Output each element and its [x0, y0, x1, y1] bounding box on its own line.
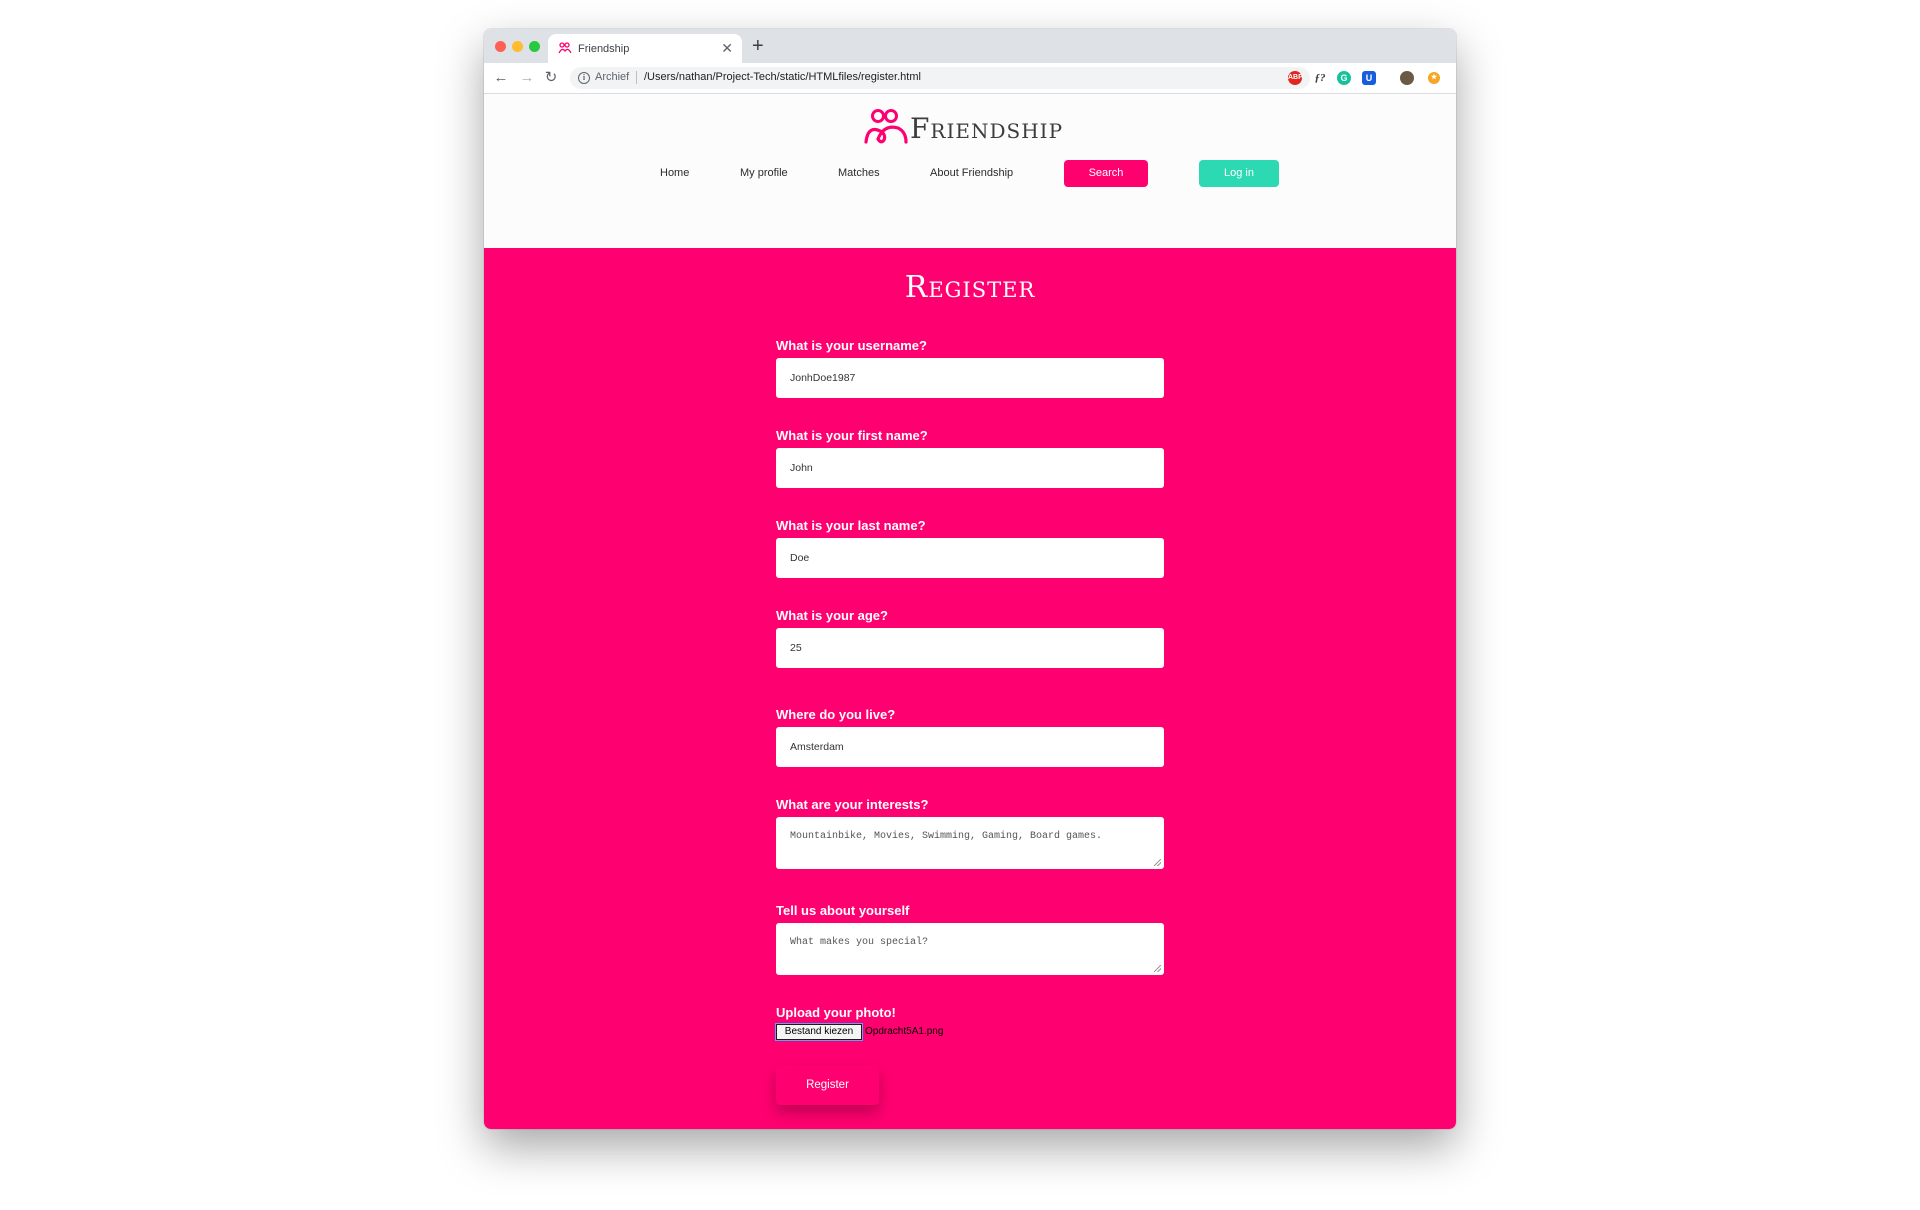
reload-icon[interactable]: ↻	[542, 69, 560, 87]
browser-window: Friendship ✕ + ← → ↻ i Archief /Users/na…	[484, 29, 1456, 1129]
first-name-input[interactable]: John	[776, 448, 1164, 488]
nav-about[interactable]: About Friendship	[930, 167, 1013, 179]
interests-textarea[interactable]: Mountainbike, Movies, Swimming, Gaming, …	[776, 817, 1164, 869]
adblock-extension-icon[interactable]: ABP	[1288, 71, 1303, 85]
nav-home[interactable]: Home	[660, 167, 689, 179]
new-tab-icon[interactable]: +	[752, 34, 764, 58]
close-window-button[interactable]	[495, 41, 506, 52]
search-button[interactable]: Search	[1064, 160, 1148, 187]
location-input[interactable]: Amsterdam	[776, 727, 1164, 767]
about-textarea[interactable]: What makes you special?	[776, 923, 1164, 975]
first-name-label: What is your first name?	[776, 428, 928, 443]
address-bar[interactable]: i Archief /Users/nathan/Project-Tech/sta…	[570, 67, 1310, 89]
age-input[interactable]: 25	[776, 628, 1164, 668]
last-name-label: What is your last name?	[776, 518, 926, 533]
friendship-logo-icon	[864, 109, 908, 144]
interests-placeholder: Mountainbike, Movies, Swimming, Gaming, …	[790, 831, 1103, 842]
username-input[interactable]: JonhDoe1987	[776, 358, 1164, 398]
selected-file-name: Opdracht5A1.png	[865, 1026, 944, 1037]
back-arrow-icon[interactable]: ←	[492, 69, 510, 87]
login-button[interactable]: Log in	[1199, 160, 1279, 187]
resize-grip-icon[interactable]	[1154, 965, 1161, 972]
profile-avatar-icon[interactable]	[1400, 71, 1414, 85]
address-bar-url: /Users/nathan/Project-Tech/static/HTMLfi…	[644, 71, 921, 83]
friendship-logo[interactable]: Friendship	[862, 106, 1092, 148]
logo-text: Friendship	[910, 112, 1064, 145]
location-label: Where do you live?	[776, 707, 896, 722]
browser-toolbar: ← → ↻ i Archief /Users/nathan/Project-Te…	[484, 63, 1456, 94]
choose-file-button[interactable]: Bestand kiezen	[775, 1023, 863, 1041]
tab-close-icon[interactable]: ✕	[721, 40, 733, 57]
last-name-input[interactable]: Doe	[776, 538, 1164, 578]
forward-arrow-icon[interactable]: →	[518, 69, 536, 87]
site-header: Friendship Home My profile Matches About…	[484, 94, 1456, 248]
interests-label: What are your interests?	[776, 797, 929, 812]
font-extension-icon[interactable]: ƒ?	[1313, 71, 1327, 85]
about-label: Tell us about yourself	[776, 903, 910, 918]
resize-grip-icon[interactable]	[1154, 859, 1161, 866]
minimize-window-button[interactable]	[512, 41, 523, 52]
page-title: Register	[904, 270, 1036, 305]
info-icon[interactable]: i	[578, 72, 590, 84]
address-bar-separator	[636, 71, 637, 84]
grammarly-extension-icon[interactable]: G	[1337, 71, 1351, 85]
photo-label: Upload your photo!	[776, 1005, 896, 1020]
about-placeholder: What makes you special?	[790, 937, 929, 948]
nav-matches[interactable]: Matches	[838, 167, 880, 179]
address-bar-label: Archief	[595, 71, 630, 83]
extension-badge-icon[interactable]: ★	[1428, 72, 1440, 84]
maximize-window-button[interactable]	[529, 41, 540, 52]
nav-my-profile[interactable]: My profile	[740, 167, 788, 179]
friendship-favicon-icon	[558, 42, 572, 54]
tab-title: Friendship	[578, 43, 630, 55]
username-label: What is your username?	[776, 338, 927, 353]
register-section: Register What is your username? JonhDoe1…	[484, 248, 1456, 1129]
browser-tab[interactable]: Friendship ✕	[548, 34, 742, 63]
age-label: What is your age?	[776, 608, 888, 623]
register-button[interactable]: Register	[776, 1065, 879, 1105]
bitwarden-extension-icon[interactable]: U	[1362, 71, 1376, 85]
tab-bar: Friendship ✕ +	[484, 29, 1456, 63]
